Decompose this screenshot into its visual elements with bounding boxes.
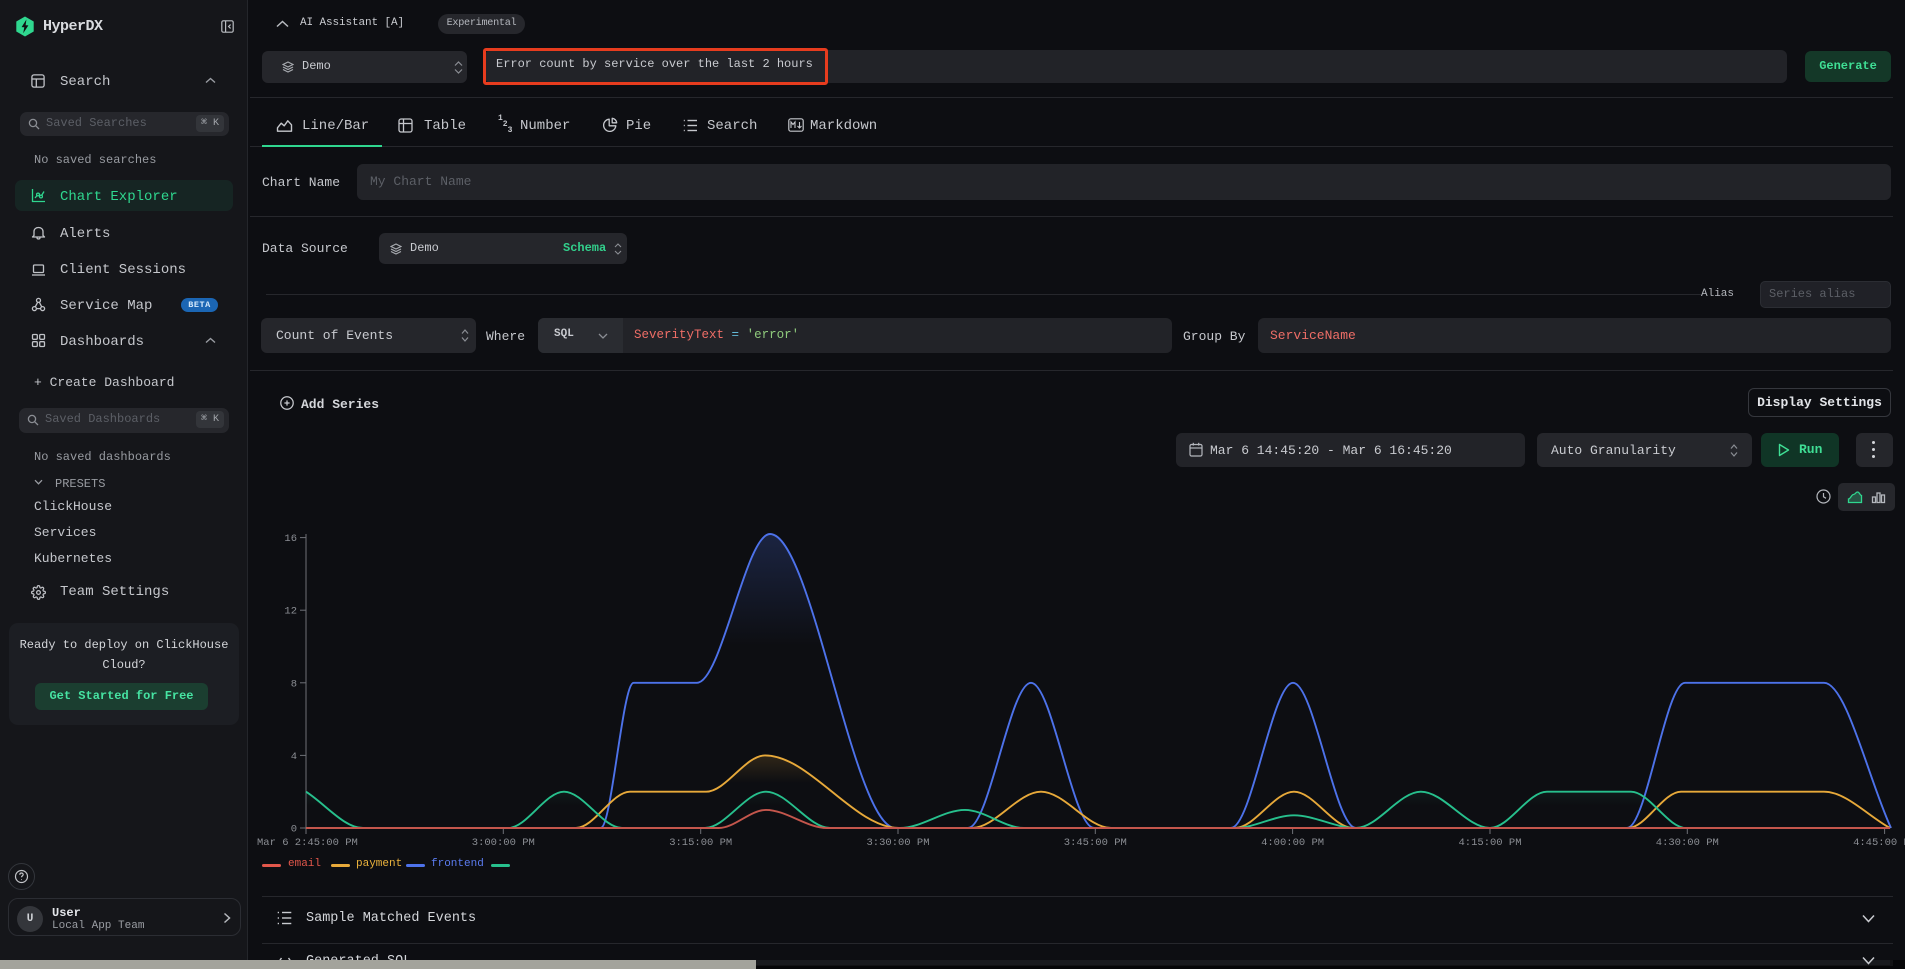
svg-text:3:15:00 PM: 3:15:00 PM [669, 837, 732, 849]
svg-text:4:45:00 PM: 4:45:00 PM [1853, 837, 1905, 849]
svg-text:12: 12 [284, 606, 297, 618]
svg-text:8: 8 [291, 678, 297, 690]
svg-text:4:15:00 PM: 4:15:00 PM [1458, 837, 1521, 849]
svg-text:4: 4 [291, 751, 297, 763]
svg-text:0: 0 [291, 824, 297, 836]
svg-text:4:00:00 PM: 4:00:00 PM [1261, 837, 1324, 849]
svg-text:4:30:00 PM: 4:30:00 PM [1656, 837, 1719, 849]
svg-text:Mar 6 2:45:00 PM: Mar 6 2:45:00 PM [257, 837, 358, 849]
svg-text:3:45:00 PM: 3:45:00 PM [1064, 837, 1127, 849]
svg-text:16: 16 [284, 533, 297, 545]
svg-text:3:00:00 PM: 3:00:00 PM [472, 837, 535, 849]
svg-text:3:30:00 PM: 3:30:00 PM [866, 837, 929, 849]
